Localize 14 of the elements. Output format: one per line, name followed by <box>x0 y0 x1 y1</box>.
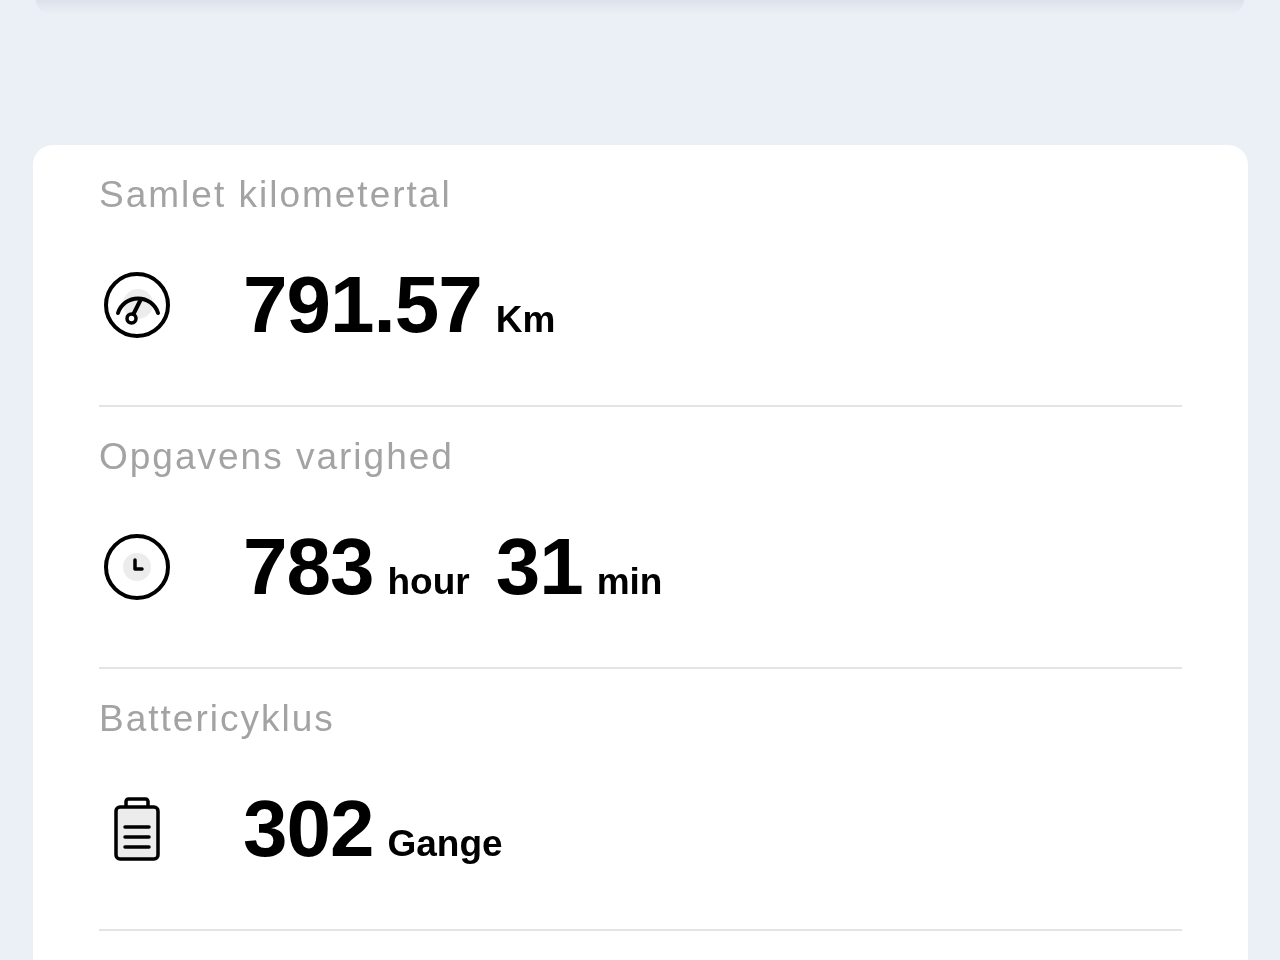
battery-icon <box>114 797 160 861</box>
stat-unit: Gange <box>387 822 503 866</box>
stat-label: Samlet kilometertal <box>99 173 453 217</box>
stat-unit: hour <box>387 560 470 604</box>
stat-value: 302 <box>243 783 374 875</box>
stat-unit: min <box>596 560 663 604</box>
stat-label: Battericyklus <box>99 697 336 741</box>
stat-value: 791.57 <box>243 259 482 351</box>
stat-label: Opgavens varighed <box>99 435 455 479</box>
stat-value: 783 <box>243 521 374 613</box>
stat-value: 31 <box>495 521 583 613</box>
stat-unit: Km <box>495 298 556 342</box>
gauge-icon <box>103 271 171 339</box>
clock-icon <box>103 533 171 601</box>
